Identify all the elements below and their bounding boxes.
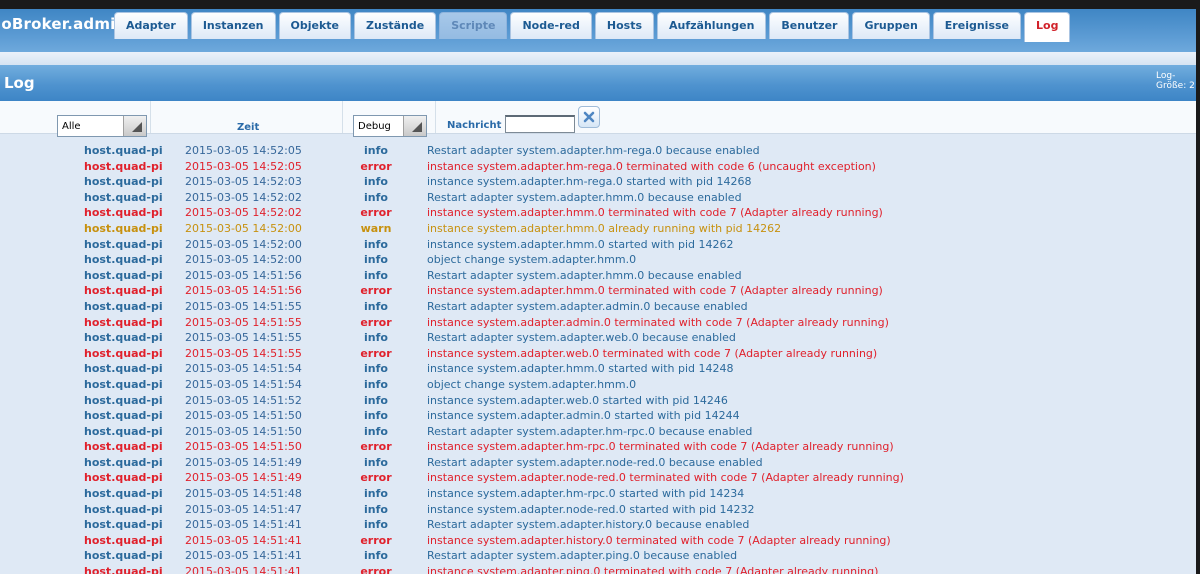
app-window: ioBroker.admin Adapter Instanzen Objekte… — [0, 9, 1196, 574]
log-message: instance system.adapter.hmm.0 terminated… — [427, 284, 883, 298]
log-message: instance system.adapter.hm-rega.0 termin… — [427, 159, 876, 173]
message-column-header: Nachricht — [447, 120, 502, 131]
log-size-label: Log- Größe: 2 — [1156, 71, 1195, 91]
log-table: host.quad-pi 2015-03-05 14:52:05 info Resta… — [0, 143, 1196, 574]
level-filter-select[interactable]: Debug — [353, 115, 427, 137]
log-message: instance system.adapter.hmm.0 terminated… — [427, 206, 883, 220]
log-message: instance system.adapter.admin.0 started … — [427, 409, 740, 423]
log-message: instance system.adapter.node-red.0 start… — [427, 502, 755, 516]
log-message: Restart adapter system.adapter.admin.0 b… — [427, 299, 748, 313]
column-divider — [342, 101, 343, 133]
log-message: Restart adapter system.adapter.hm-rpc.0 … — [427, 424, 753, 438]
panel-title: Log — [4, 74, 35, 92]
clear-filter-button[interactable] — [578, 106, 600, 128]
message-filter-input[interactable] — [505, 115, 575, 133]
log-row: host.quad-pi 2015-03-05 14:51:52 info insta… — [0, 393, 1196, 409]
log-message: Restart adapter system.adapter.hmm.0 bec… — [427, 268, 742, 282]
tab-adapter[interactable]: Adapter — [114, 12, 188, 39]
tab-aufzaehlungen[interactable]: Aufzählungen — [657, 12, 767, 39]
tab-log[interactable]: Log — [1024, 12, 1071, 42]
log-row: host.quad-pi 2015-03-05 14:52:00 info insta… — [0, 237, 1196, 253]
log-row: host.quad-pi 2015-03-05 14:52:05 error inst… — [0, 159, 1196, 175]
log-row: host.quad-pi 2015-03-05 14:51:41 error inst… — [0, 564, 1196, 574]
log-message: instance system.adapter.web.0 started wi… — [427, 393, 728, 407]
column-divider — [435, 101, 436, 133]
log-message: instance system.adapter.hm-rpc.0 started… — [427, 487, 745, 501]
log-row: host.quad-pi 2015-03-05 14:52:05 info Resta… — [0, 143, 1196, 159]
log-row: host.quad-pi 2015-03-05 14:51:50 info insta… — [0, 408, 1196, 424]
tab-content-top — [0, 52, 1196, 65]
tab-gruppen[interactable]: Gruppen — [852, 12, 930, 39]
log-message: instance system.adapter.admin.0 terminat… — [427, 315, 889, 329]
log-row: host.quad-pi 2015-03-05 14:51:41 info Resta… — [0, 517, 1196, 533]
time-column-header[interactable]: Zeit — [237, 122, 259, 133]
log-message: instance system.adapter.hm-rega.0 starte… — [427, 175, 752, 189]
log-message: instance system.adapter.hmm.0 started wi… — [427, 362, 734, 376]
log-row: host.quad-pi 2015-03-05 14:51:56 error inst… — [0, 283, 1196, 299]
log-severity: info — [364, 253, 388, 267]
tab-node-red[interactable]: Node-red — [510, 12, 592, 39]
log-row: host.quad-pi 2015-03-05 14:51:49 info Resta… — [0, 455, 1196, 471]
tab-benutzer[interactable]: Benutzer — [769, 12, 850, 39]
log-row: host.quad-pi 2015-03-05 14:52:03 info insta… — [0, 174, 1196, 190]
tab-scripte[interactable]: Scripte — [439, 12, 508, 39]
log-message: Restart adapter system.adapter.node-red.… — [427, 455, 763, 469]
log-row: host.quad-pi 2015-03-05 14:51:55 info Resta… — [0, 330, 1196, 346]
log-message: instance system.adapter.ping.0 terminate… — [427, 565, 879, 574]
tab-ereignisse[interactable]: Ereignisse — [932, 12, 1021, 39]
dropdown-arrow-icon[interactable] — [403, 116, 426, 136]
log-message: instance system.adapter.hmm.0 started wi… — [427, 237, 734, 251]
log-message: Restart adapter system.adapter.hmm.0 bec… — [427, 190, 742, 204]
log-message: object change system.adapter.hmm.0 — [427, 253, 637, 267]
tab-instanzen[interactable]: Instanzen — [190, 12, 276, 39]
log-row: host.quad-pi 2015-03-05 14:52:02 info Resta… — [0, 190, 1196, 206]
log-message: instance system.adapter.hmm.0 already ru… — [427, 221, 782, 235]
log-row: host.quad-pi 2015-03-05 14:51:48 info insta… — [0, 486, 1196, 502]
tab-hosts[interactable]: Hosts — [594, 12, 655, 39]
log-panel-header: Log Log- Größe: 2 — [0, 65, 1196, 101]
log-row: host.quad-pi 2015-03-05 14:51:54 info insta… — [0, 361, 1196, 377]
level-filter-value: Debug — [358, 121, 391, 132]
log-message: Restart adapter system.adapter.hm-rega.0… — [427, 144, 760, 157]
log-row: host.quad-pi 2015-03-05 14:51:50 info Resta… — [0, 424, 1196, 440]
log-row: host.quad-pi 2015-03-05 14:51:49 error inst… — [0, 470, 1196, 486]
log-size-caption: Log- — [1156, 71, 1176, 81]
log-row: host.quad-pi 2015-03-05 14:52:00 info objec… — [0, 252, 1196, 268]
tab-strip: Adapter Instanzen Objekte Zustände Scrip… — [114, 12, 1073, 42]
host-filter-value: Alle — [62, 121, 81, 132]
log-row: host.quad-pi 2015-03-05 14:51:55 error inst… — [0, 346, 1196, 362]
log-message: Restart adapter system.adapter.ping.0 be… — [427, 549, 738, 563]
log-row: host.quad-pi 2015-03-05 14:52:00 warn insta… — [0, 221, 1196, 237]
top-navigation-bar: ioBroker.admin Adapter Instanzen Objekte… — [0, 9, 1196, 52]
log-row: host.quad-pi 2015-03-05 14:52:02 error inst… — [0, 205, 1196, 221]
log-message: instance system.adapter.web.0 terminated… — [427, 346, 878, 360]
log-severity: info — [364, 377, 388, 391]
log-message: Restart adapter system.adapter.web.0 bec… — [427, 331, 736, 345]
log-row: host.quad-pi 2015-03-05 14:51:56 info Resta… — [0, 268, 1196, 284]
log-message: Restart adapter system.adapter.history.0… — [427, 518, 750, 532]
log-message: instance system.adapter.node-red.0 termi… — [427, 471, 904, 485]
log-row: host.quad-pi 2015-03-05 14:51:55 error inst… — [0, 315, 1196, 331]
tab-zustaende[interactable]: Zustände — [354, 12, 437, 39]
column-divider — [150, 101, 151, 133]
app-title: ioBroker.admin — [0, 15, 127, 33]
log-message: instance system.adapter.history.0 termin… — [427, 533, 891, 547]
log-row: host.quad-pi 2015-03-05 14:51:54 info objec… — [0, 377, 1196, 393]
close-icon — [583, 111, 595, 123]
log-row: host.quad-pi 2015-03-05 14:51:50 error inst… — [0, 439, 1196, 455]
log-size-value: Größe: 2 — [1156, 81, 1195, 91]
tab-objekte[interactable]: Objekte — [278, 12, 352, 39]
log-message: object change system.adapter.hmm.0 — [427, 377, 637, 391]
log-row: host.quad-pi 2015-03-05 14:51:41 error inst… — [0, 533, 1196, 549]
dropdown-arrow-icon[interactable] — [123, 116, 146, 136]
host-filter-select[interactable]: Alle — [57, 115, 147, 137]
log-row: host.quad-pi 2015-03-05 14:51:47 info insta… — [0, 502, 1196, 518]
log-message: instance system.adapter.hm-rpc.0 termina… — [427, 440, 894, 454]
log-row: host.quad-pi 2015-03-05 14:51:55 info Resta… — [0, 299, 1196, 315]
log-row: host.quad-pi 2015-03-05 14:51:41 info Resta… — [0, 548, 1196, 564]
